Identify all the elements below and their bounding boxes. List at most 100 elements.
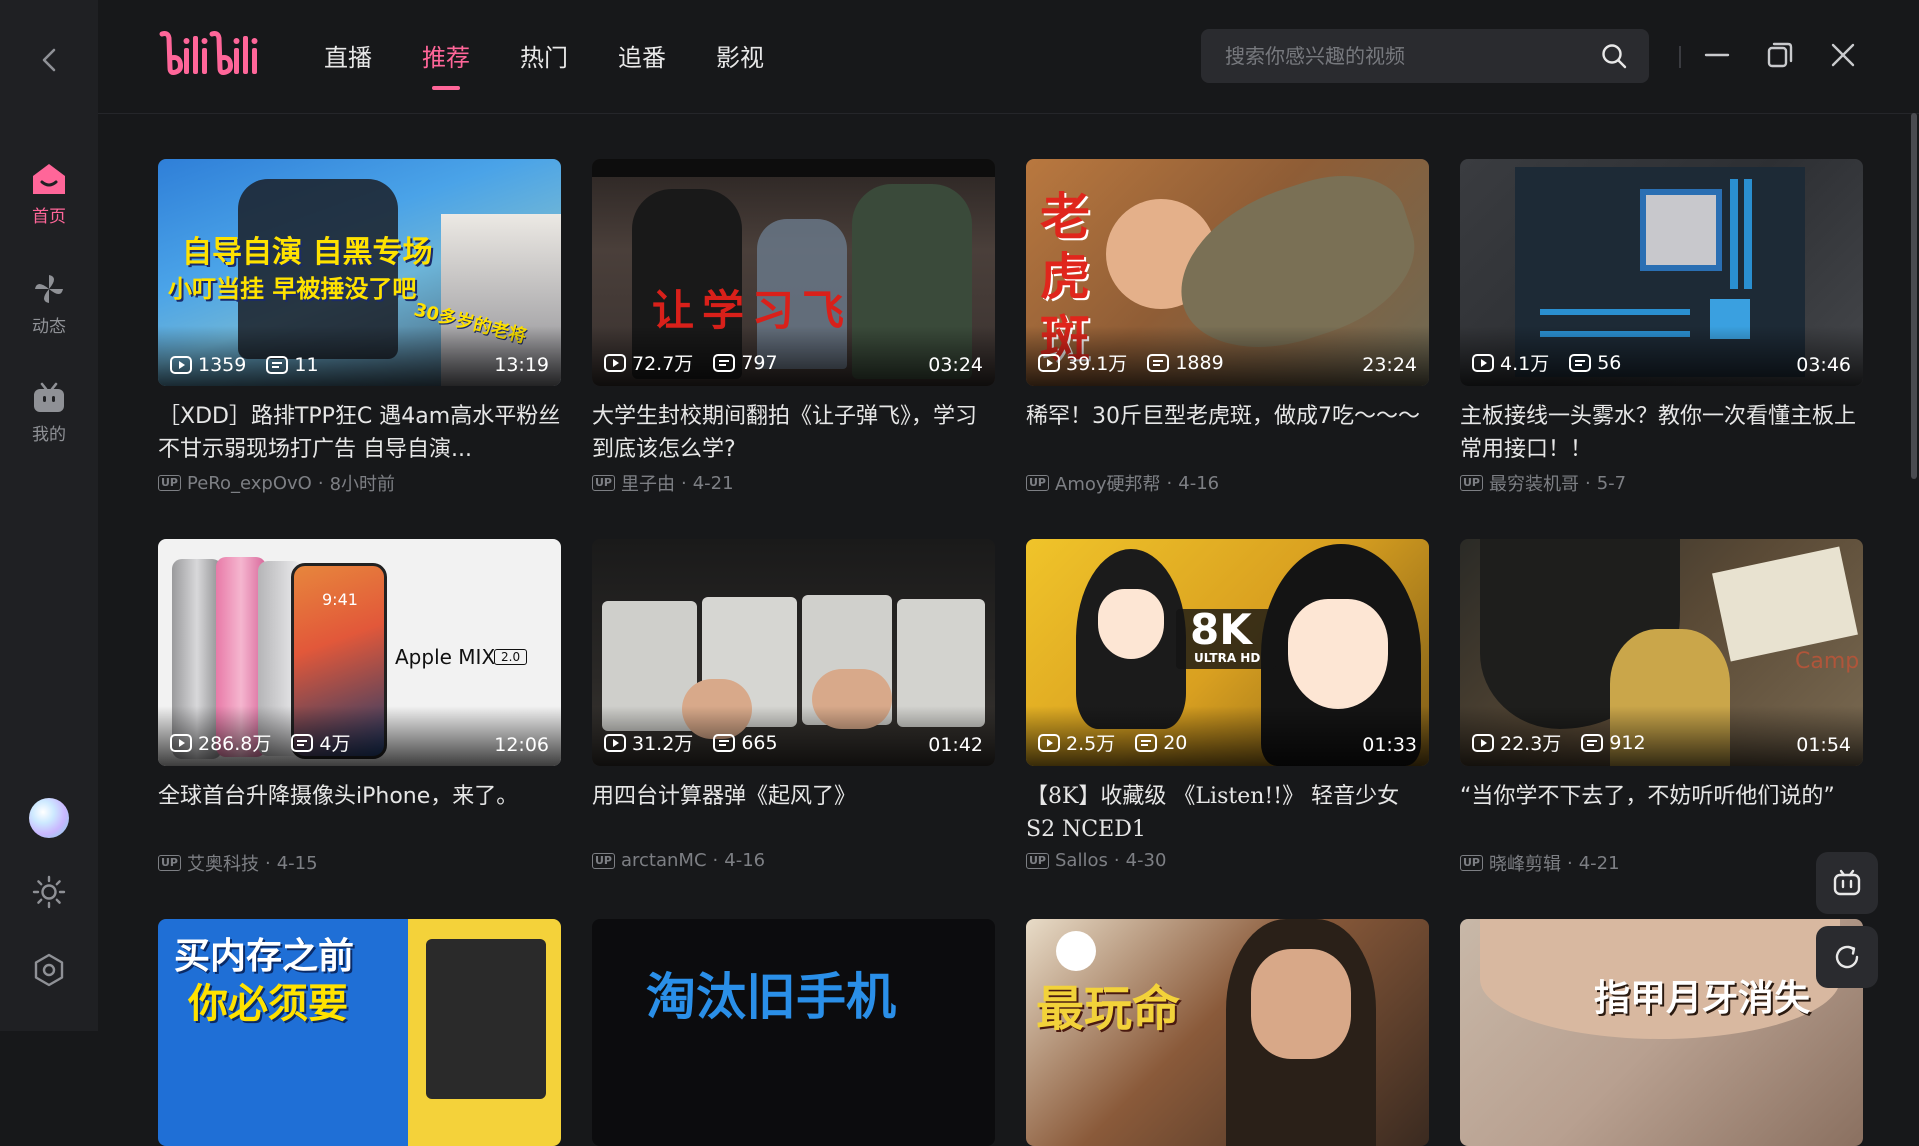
avatar[interactable] (29, 798, 69, 838)
up-badge-icon: UP (1460, 475, 1483, 491)
thumb-logo-badge (1056, 931, 1096, 971)
video-thumbnail[interactable]: 9:41 Apple MIX 2.0 286.8万 4万 12:06 (158, 539, 561, 766)
upload-date: 4-21 (1578, 852, 1620, 874)
video-card[interactable]: 指甲月牙消失 (1460, 919, 1863, 1146)
thumb-text: 2.0 (494, 649, 528, 665)
play-count-icon (1038, 733, 1060, 752)
bilibili-logo[interactable] (158, 28, 262, 84)
video-thumbnail[interactable]: 买内存之前 你必须要 (158, 919, 561, 1146)
play-count-icon (604, 353, 626, 372)
video-card[interactable]: 淘汰旧手机 (592, 919, 995, 1146)
video-duration: 03:24 (928, 354, 983, 376)
rail-item-mine[interactable]: 我的 (0, 382, 98, 445)
minimize-icon[interactable] (1702, 40, 1732, 70)
uploader-name[interactable]: 里子由 (621, 470, 675, 496)
video-card[interactable]: 最玩命 (1026, 919, 1429, 1146)
back-arrow-icon[interactable] (34, 44, 66, 76)
scrollbar[interactable] (1909, 113, 1919, 1031)
video-title[interactable]: “当你学不下去了，不妨听听他们说的” (1460, 780, 1863, 846)
video-card[interactable]: 8K ULTRA HD 2.5万 20 01:33 【8K】收藏级 《Liste… (1026, 539, 1429, 871)
search-icon[interactable] (1601, 43, 1627, 69)
video-thumbnail[interactable]: 老 虎 斑 39.1万 1889 23:24 (1026, 159, 1429, 386)
video-title[interactable]: ［XDD］路排TPP狂C 遇4am高水平粉丝不甘示弱现场打广告 自导自演... (158, 400, 561, 466)
view-count: 2.5万 (1066, 733, 1116, 755)
danmaku-count: 912 (1609, 731, 1646, 754)
uploader-name[interactable]: 晓峰剪辑 (1489, 850, 1561, 876)
up-badge-icon: UP (158, 475, 181, 491)
video-stats: 72.7万 797 (604, 349, 778, 376)
refresh-button[interactable] (1816, 926, 1878, 988)
restore-icon[interactable] (1765, 40, 1795, 70)
video-thumbnail[interactable]: 8K ULTRA HD 2.5万 20 01:33 (1026, 539, 1429, 766)
close-icon[interactable] (1828, 40, 1858, 70)
rail-item-feed[interactable]: 动态 (0, 272, 98, 337)
thumb-ram-slot (1730, 179, 1738, 289)
up-badge-icon: UP (158, 855, 181, 871)
video-thumbnail[interactable]: 指甲月牙消失 (1460, 919, 1863, 1146)
uploader-name[interactable]: PeRo_expOvO (187, 473, 312, 494)
video-title[interactable]: 全球首台升降摄像头iPhone，来了。 (158, 780, 561, 846)
video-card[interactable]: 买内存之前 你必须要 (158, 919, 561, 1146)
danmaku-count: 56 (1597, 351, 1622, 374)
thumb-text: 你必须要 (188, 981, 348, 1027)
video-meta: UP 艾奥科技 · 4-15 (158, 850, 561, 876)
meta-dot: · (1585, 472, 1591, 494)
video-stats: 2.5万 20 (1038, 729, 1187, 756)
play-count-icon (604, 733, 626, 752)
video-thumbnail[interactable]: 让学习飞 72.7万 797 03:24 (592, 159, 995, 386)
video-card[interactable]: 31.2万 665 01:42 用四台计算器弹《起风了》 UP arctanMC ·… (592, 539, 995, 871)
sun-icon[interactable] (32, 875, 66, 909)
tab-movies[interactable]: 影视 (716, 38, 764, 78)
meta-dot: · (1113, 850, 1120, 871)
video-stats: 1359 11 (170, 354, 319, 376)
up-badge-icon: UP (1026, 475, 1049, 491)
search-input[interactable]: 搜索你感兴趣的视频 (1201, 29, 1649, 83)
video-title[interactable]: 【8K】收藏级 《Listen!!》 轻音少女 S2 NCED1 (1026, 780, 1429, 846)
video-thumbnail[interactable]: 淘汰旧手机 (592, 919, 995, 1146)
video-card[interactable]: 4.1万 56 03:46 主板接线一头雾水？教你一次看懂主板上常用接口！！ U… (1460, 159, 1863, 496)
tv-icon (34, 382, 64, 412)
video-duration: 23:24 (1362, 354, 1417, 376)
tab-anime[interactable]: 追番 (618, 38, 666, 78)
video-thumbnail[interactable]: Camp 22.3万 912 01:54 (1460, 539, 1863, 766)
uploader-name[interactable]: arctanMC (621, 850, 707, 871)
uploader-name[interactable]: Sallos (1055, 850, 1108, 871)
thumb-text: 小叮当挂 早被捶没了吧 (168, 275, 417, 303)
video-thumbnail[interactable]: 自导自演 自黑专场 小叮当挂 早被捶没了吧 30多岁的老将 1359 11 13… (158, 159, 561, 386)
tab-hot[interactable]: 热门 (520, 38, 568, 78)
video-thumbnail[interactable]: 4.1万 56 03:46 (1460, 159, 1863, 386)
home-icon (33, 164, 65, 194)
danmaku-icon (1147, 353, 1170, 372)
video-thumbnail[interactable]: 31.2万 665 01:42 (592, 539, 995, 766)
tab-recommend[interactable]: 推荐 (422, 38, 470, 78)
pinwheel-icon (35, 275, 63, 303)
video-card[interactable]: 让学习飞 72.7万 797 03:24 大学生封校期间翻拍《让子弹飞》，学习到… (592, 159, 995, 496)
upload-date: 8小时前 (329, 474, 396, 495)
video-card[interactable]: 自导自演 自黑专场 小叮当挂 早被捶没了吧 30多岁的老将 1359 11 13… (158, 159, 561, 496)
uploader-name[interactable]: 最穷装机哥 (1489, 470, 1579, 496)
video-thumbnail[interactable]: 最玩命 (1026, 919, 1429, 1146)
settings-icon[interactable] (32, 953, 66, 987)
video-card[interactable]: 9:41 Apple MIX 2.0 286.8万 4万 12:06 全球首台升… (158, 539, 561, 876)
view-count: 72.7万 (632, 353, 694, 375)
video-title[interactable]: 主板接线一头雾水？教你一次看懂主板上常用接口！！ (1460, 400, 1863, 466)
video-card[interactable]: Camp 22.3万 912 01:54 “当你学不下去了，不妨听听他们说的” … (1460, 539, 1863, 876)
video-title[interactable]: 大学生封校期间翻拍《让子弹飞》，学习到底该怎么学? (592, 400, 995, 466)
danmaku-icon (1135, 733, 1158, 752)
thumb-character-face (1288, 599, 1388, 709)
scrollbar-thumb[interactable] (1911, 113, 1917, 479)
view-count: 4.1万 (1500, 353, 1550, 375)
uploader-name[interactable]: 艾奥科技 (187, 850, 259, 876)
video-title[interactable]: 稀罕！30斤巨型老虎斑，做成7吃～～～ (1026, 400, 1429, 466)
rail-item-home[interactable]: 首页 (0, 162, 98, 227)
danmaku-icon (266, 356, 289, 374)
tab-live[interactable]: 直播 (324, 38, 372, 78)
live-float-button[interactable] (1816, 852, 1878, 914)
thumb-text: 淘汰旧手机 (646, 968, 896, 1026)
uploader-name[interactable]: Amoy硬邦帮 (1055, 470, 1161, 496)
video-duration: 12:06 (494, 734, 549, 756)
video-card[interactable]: 老 虎 斑 39.1万 1889 23:24 稀罕！30斤巨型老虎斑，做成7吃～… (1026, 159, 1429, 496)
view-count: 1359 (198, 354, 247, 376)
video-meta: UP Sallos · 4-30 (1026, 850, 1429, 871)
video-title[interactable]: 用四台计算器弹《起风了》 (592, 780, 995, 846)
